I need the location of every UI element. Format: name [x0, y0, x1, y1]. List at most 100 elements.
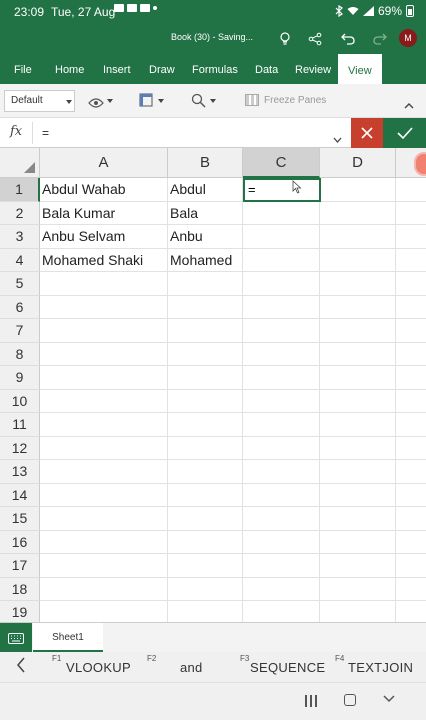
tab-review[interactable]: Review	[295, 54, 331, 84]
table-cell[interactable]	[168, 483, 243, 507]
table-cell[interactable]: Bala Kumar	[40, 201, 168, 225]
row-header-10[interactable]: 10	[0, 389, 40, 413]
table-cell[interactable]	[168, 530, 243, 554]
table-cell[interactable]	[320, 178, 396, 202]
tab-insert[interactable]: Insert	[103, 54, 131, 84]
row-header-13[interactable]: 13	[0, 460, 40, 484]
table-cell[interactable]	[396, 343, 426, 366]
table-cell[interactable]	[320, 225, 396, 249]
table-cell[interactable]	[320, 436, 396, 460]
table-cell[interactable]	[243, 460, 320, 484]
sheet-view-select[interactable]: Default	[4, 90, 75, 112]
table-cell[interactable]	[243, 272, 320, 296]
scroll-handle[interactable]	[414, 152, 426, 176]
table-cell[interactable]	[320, 248, 396, 272]
table-cell[interactable]	[243, 295, 320, 319]
chevron-down-icon[interactable]	[107, 99, 113, 103]
table-cell[interactable]	[396, 272, 426, 296]
home-icon[interactable]	[344, 694, 356, 706]
fx-icon[interactable]: fx	[10, 124, 22, 139]
row-header-14[interactable]: 14	[0, 483, 40, 507]
formula-input[interactable]: =	[42, 126, 49, 140]
row-header-17[interactable]: 17	[0, 554, 40, 578]
table-cell[interactable]	[168, 319, 243, 343]
table-cell[interactable]	[243, 201, 320, 225]
table-cell[interactable]: Bala	[168, 201, 243, 225]
table-cell[interactable]	[243, 389, 320, 413]
tab-view[interactable]: View	[338, 54, 382, 84]
row-header-1[interactable]: 1	[0, 178, 40, 202]
suggestion-and[interactable]: and	[180, 660, 203, 675]
table-cell[interactable]	[243, 319, 320, 343]
table-cell[interactable]	[168, 272, 243, 296]
table-cell[interactable]: Abdul	[168, 178, 243, 202]
table-cell[interactable]	[320, 507, 396, 531]
eye-icon[interactable]	[88, 95, 104, 113]
collapse-ribbon-icon[interactable]	[404, 96, 414, 114]
tab-draw[interactable]: Draw	[149, 54, 175, 84]
table-cell[interactable]	[396, 249, 426, 272]
table-cell[interactable]	[396, 601, 426, 622]
tab-file[interactable]: File	[14, 54, 32, 84]
table-cell[interactable]	[320, 319, 396, 343]
table-cell[interactable]	[168, 295, 243, 319]
table-cell[interactable]	[396, 390, 426, 413]
recents-icon[interactable]	[305, 695, 317, 707]
expand-formula-icon[interactable]	[333, 130, 342, 148]
table-cell[interactable]	[40, 342, 168, 366]
table-cell[interactable]	[320, 483, 396, 507]
chevron-down-icon[interactable]	[383, 691, 395, 706]
table-cell[interactable]	[243, 342, 320, 366]
table-cell[interactable]	[320, 577, 396, 601]
zoom-icon[interactable]	[191, 93, 206, 113]
chevron-down-icon[interactable]	[210, 99, 216, 103]
table-cell[interactable]	[396, 202, 426, 225]
table-cell[interactable]: Anbu Selvam	[40, 225, 168, 249]
table-cell[interactable]	[40, 366, 168, 390]
table-cell[interactable]	[243, 577, 320, 601]
table-cell[interactable]	[40, 413, 168, 437]
table-cell[interactable]	[320, 601, 396, 622]
lightbulb-icon[interactable]	[275, 29, 295, 49]
table-cell[interactable]	[320, 342, 396, 366]
confirm-button[interactable]	[383, 118, 426, 148]
table-cell[interactable]	[243, 554, 320, 578]
document-title[interactable]: Book (30) - Saving...	[171, 32, 253, 42]
tab-formulas[interactable]: Formulas	[192, 54, 238, 84]
table-cell[interactable]	[40, 577, 168, 601]
table-cell[interactable]	[40, 554, 168, 578]
table-cell[interactable]	[396, 531, 426, 554]
table-cell[interactable]	[243, 436, 320, 460]
row-header-11[interactable]: 11	[0, 413, 40, 437]
chevron-left-icon[interactable]	[16, 657, 26, 678]
column-header-c[interactable]: C	[243, 148, 320, 178]
table-cell[interactable]	[320, 366, 396, 390]
table-cell[interactable]	[243, 601, 320, 622]
table-cell[interactable]	[168, 413, 243, 437]
row-header-9[interactable]: 9	[0, 366, 40, 390]
column-header-b[interactable]: B	[168, 148, 243, 178]
row-header-5[interactable]: 5	[0, 272, 40, 296]
table-cell[interactable]	[396, 554, 426, 578]
table-cell[interactable]: Abdul Wahab	[40, 178, 168, 202]
table-cell[interactable]	[168, 601, 243, 622]
row-header-18[interactable]: 18	[0, 577, 40, 601]
row-header-16[interactable]: 16	[0, 530, 40, 554]
table-cell[interactable]	[396, 178, 426, 202]
cancel-button[interactable]	[351, 118, 383, 148]
row-header-19[interactable]: 19	[0, 601, 40, 622]
table-cell[interactable]	[320, 413, 396, 437]
table-cell[interactable]	[396, 460, 426, 484]
table-cell[interactable]	[40, 436, 168, 460]
table-cell[interactable]	[168, 554, 243, 578]
table-cell[interactable]	[320, 530, 396, 554]
avatar[interactable]: M	[399, 29, 417, 47]
table-cell[interactable]: Mohamed	[168, 248, 243, 272]
table-cell[interactable]	[243, 530, 320, 554]
table-cell[interactable]	[243, 366, 320, 390]
table-cell[interactable]	[40, 389, 168, 413]
select-all-corner[interactable]	[0, 148, 40, 178]
table-cell[interactable]	[168, 460, 243, 484]
row-header-12[interactable]: 12	[0, 436, 40, 460]
table-cell[interactable]	[243, 483, 320, 507]
